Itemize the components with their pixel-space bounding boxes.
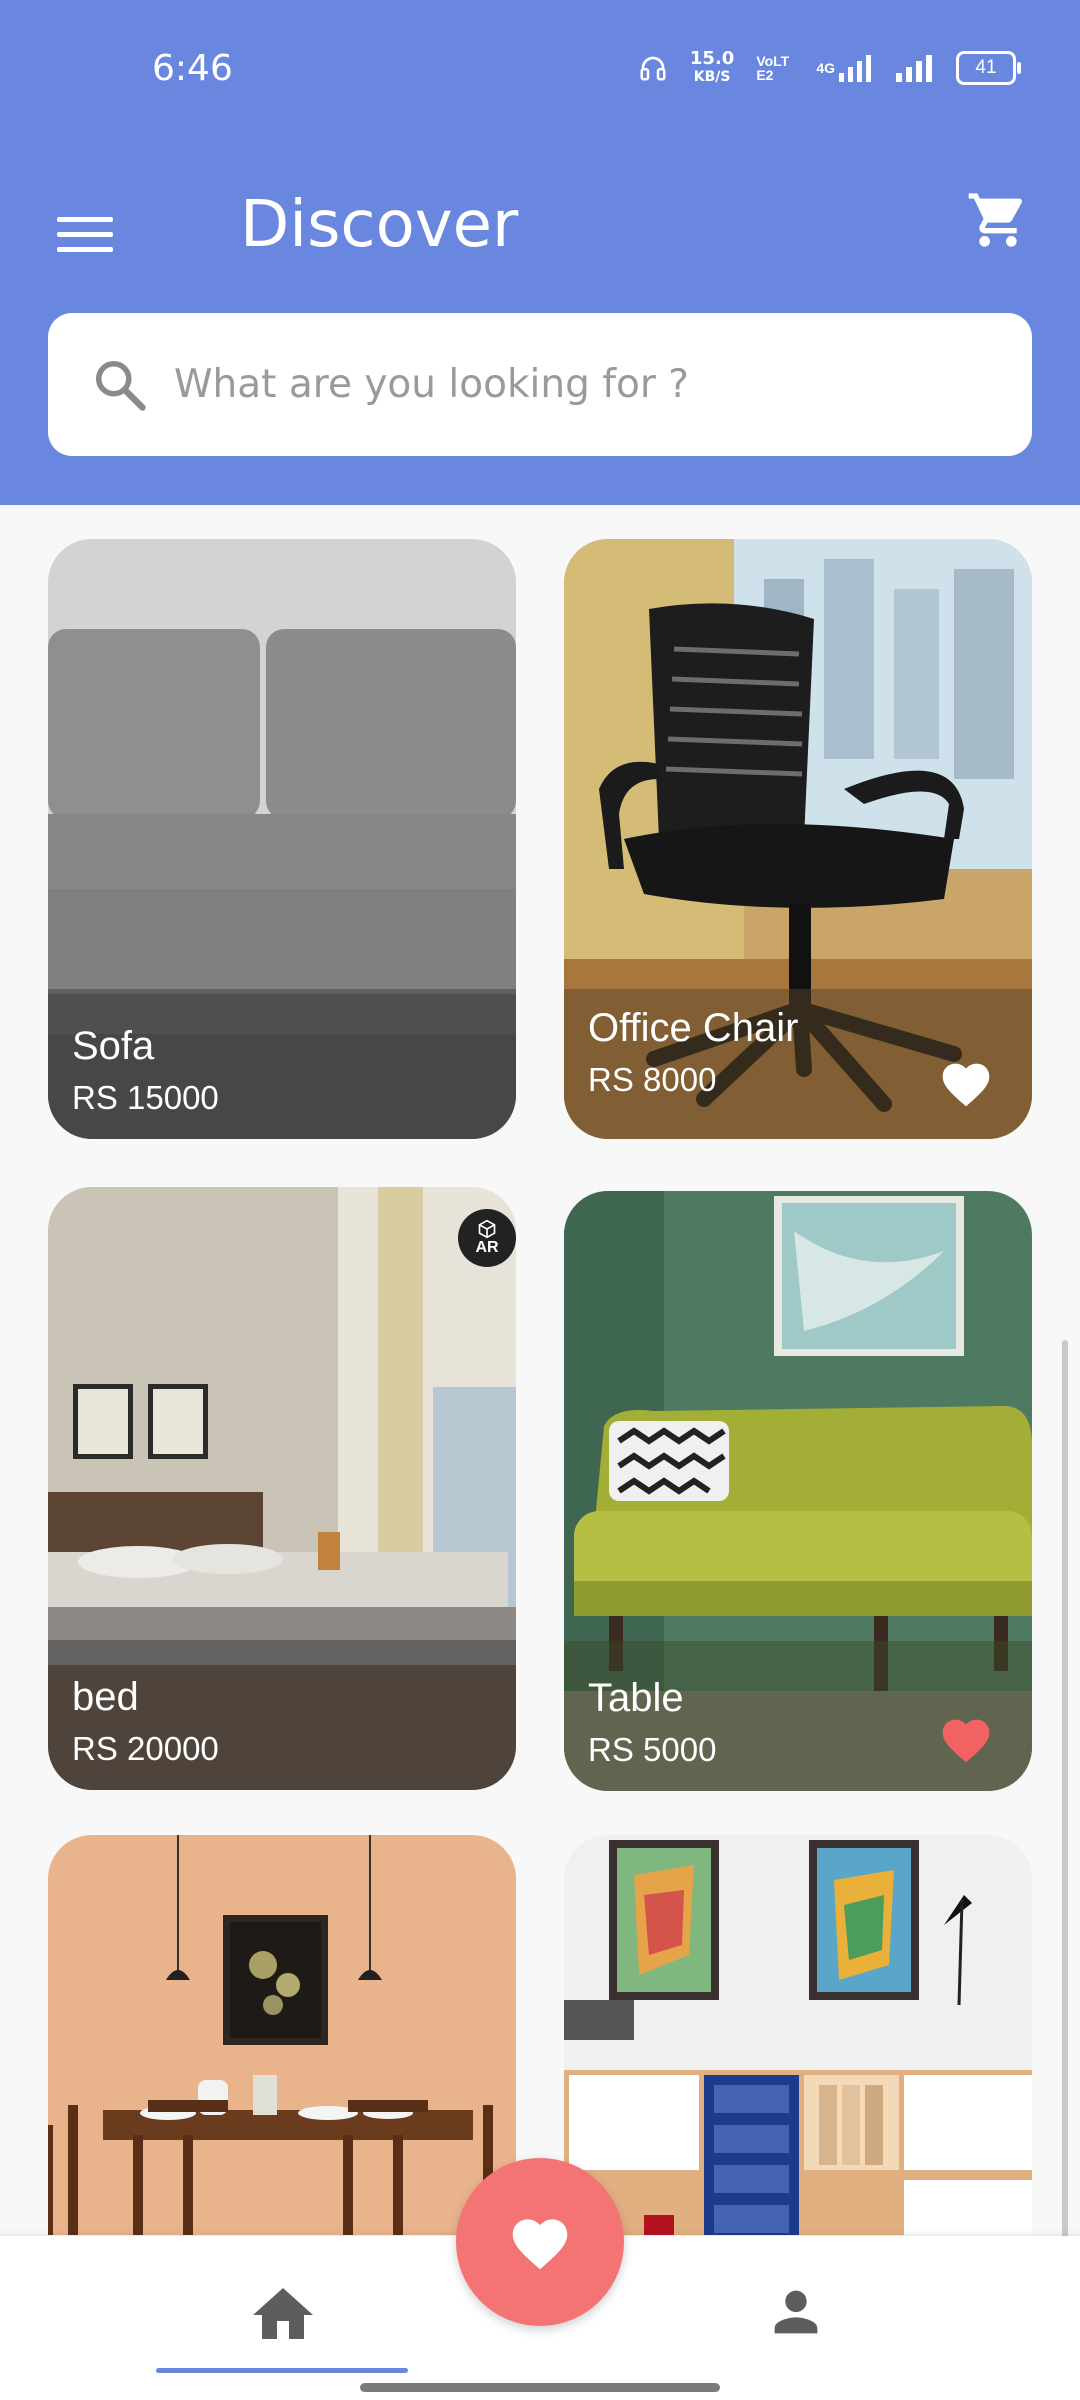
product-card-sofa[interactable]: Sofa RS 15000 — [48, 539, 516, 1139]
nav-home-button[interactable] — [242, 2271, 324, 2353]
product-name: Sofa — [72, 1024, 155, 1068]
ar-badge[interactable]: AR — [458, 1209, 516, 1267]
signal-icon — [894, 51, 934, 85]
scrollbar[interactable] — [1062, 1340, 1068, 2240]
product-name: Office Chair — [588, 1006, 799, 1050]
headphones-icon — [638, 51, 668, 85]
page-title: Discover — [240, 188, 519, 262]
network-speed: 15.0 KB/S — [690, 50, 734, 86]
product-price: RS 8000 — [588, 1061, 717, 1098]
menu-button[interactable] — [48, 198, 122, 272]
battery-level: 41 — [975, 57, 997, 78]
network-type: 4G — [816, 60, 835, 76]
system-home-indicator[interactable] — [360, 2383, 720, 2392]
product-card-bed[interactable]: AR bed RS 20000 — [48, 1187, 516, 1790]
cart-icon — [968, 193, 1023, 247]
status-time: 6:46 — [152, 48, 233, 89]
favorite-heart-icon[interactable] — [938, 1057, 994, 1109]
product-name: Table — [588, 1676, 684, 1720]
volte-icon: VoLTE2 — [756, 51, 794, 85]
speed-value: 15.0 — [689, 48, 735, 69]
product-price: RS 15000 — [72, 1079, 219, 1116]
home-icon — [253, 2288, 313, 2339]
battery-icon: 41 — [956, 51, 1021, 85]
product-grid: Sofa RS 15000 Office Chair RS 8000 AR be… — [0, 505, 1080, 2235]
favorite-icon — [512, 2219, 568, 2270]
status-icons: 15.0 KB/S VoLTE2 4G 41 — [638, 50, 1021, 86]
search-bar[interactable] — [48, 313, 1032, 456]
product-price: RS 5000 — [588, 1731, 717, 1768]
product-card-office-chair[interactable]: Office Chair RS 8000 — [564, 539, 1032, 1139]
signal-4g-icon: 4G — [816, 51, 872, 85]
ar-badge-label: AR — [475, 1239, 499, 1256]
product-name: bed — [72, 1675, 139, 1719]
volte-label: VoLTE2 — [756, 53, 790, 83]
search-icon — [88, 353, 152, 417]
product-price: RS 20000 — [72, 1730, 219, 1767]
product-image-dining — [48, 1835, 516, 2235]
nav-profile-button[interactable] — [755, 2271, 837, 2353]
cube-icon — [478, 1219, 496, 1239]
cart-button[interactable] — [956, 178, 1040, 262]
product-card-shelf[interactable] — [564, 1835, 1032, 2235]
menu-icon — [57, 217, 113, 252]
product-card-table[interactable]: Table RS 5000 — [564, 1191, 1032, 1791]
product-card-dining[interactable] — [48, 1835, 516, 2235]
speed-unit: KB/S — [693, 69, 731, 85]
favorites-fab-button[interactable] — [456, 2158, 624, 2326]
status-bar: 6:46 15.0 KB/S VoLTE2 4G 41 — [0, 0, 1080, 140]
profile-icon — [774, 2290, 818, 2334]
active-tab-indicator — [156, 2368, 408, 2373]
app-bar: Discover — [0, 140, 1080, 505]
search-input[interactable] — [172, 361, 996, 408]
favorite-heart-icon[interactable] — [938, 1713, 994, 1765]
product-image-shelf — [564, 1835, 1032, 2235]
